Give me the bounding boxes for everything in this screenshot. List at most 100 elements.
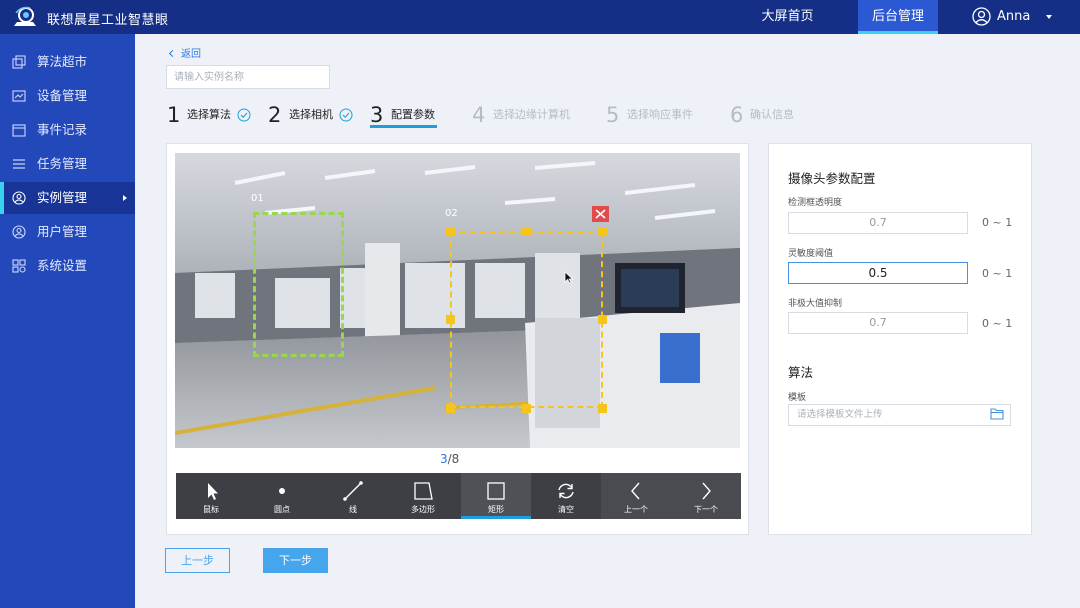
tool-dot[interactable]: 圆点 (247, 473, 317, 519)
chevron-right-icon (702, 482, 711, 500)
tool-clear[interactable]: 清空 (531, 473, 601, 519)
sidebar-item-label: 算法超市 (37, 54, 88, 69)
instance-icon (12, 191, 26, 205)
camera-frame[interactable]: 01 02 (175, 153, 740, 448)
next-step-button[interactable]: 下一步 (263, 548, 328, 573)
instance-name-input[interactable] (166, 65, 330, 89)
tool-rectangle[interactable]: 矩形 (461, 473, 531, 519)
resize-handle[interactable] (598, 227, 607, 236)
back-link[interactable]: 返回 (168, 45, 201, 60)
chevron-left-icon (168, 49, 177, 58)
sensitivity-input[interactable]: 0.5 (788, 262, 968, 284)
tool-label: 圆点 (274, 505, 290, 514)
nav-admin[interactable]: 后台管理 (858, 0, 938, 34)
template-upload-input[interactable]: 请选择模板文件上传 (788, 404, 1011, 426)
sidebar-item-users[interactable]: 用户管理 (0, 216, 135, 248)
tool-next[interactable]: 下一个 (671, 473, 741, 519)
param-range: 0 ~ 1 (982, 267, 1013, 280)
step-number: 5 (606, 103, 620, 127)
sidebar-item-events[interactable]: 事件记录 (0, 114, 135, 146)
step-4[interactable]: 4 选择边缘计算机 (472, 100, 572, 130)
sidebar-item-label: 实例管理 (37, 190, 88, 205)
store-icon (12, 55, 26, 69)
sidebar-item-label: 用户管理 (37, 224, 88, 239)
template-label: 模板 (788, 393, 807, 403)
refresh-icon (558, 483, 574, 499)
resize-handle[interactable] (446, 227, 455, 236)
resize-handle[interactable] (522, 404, 531, 413)
user-name: Anna (997, 9, 1031, 24)
sidebar-item-algorithm-market[interactable]: 算法超市 (0, 46, 135, 78)
sidebar-item-label: 系统设置 (37, 258, 88, 273)
tool-label: 多边形 (411, 505, 435, 514)
rectangle-icon (487, 482, 505, 500)
tool-previous[interactable]: 上一个 (601, 473, 671, 519)
delete-region-icon[interactable] (592, 206, 609, 222)
camera-config-title: 摄像头参数配置 (788, 171, 876, 186)
region-label: 01 (251, 193, 264, 204)
chevron-right-icon (123, 195, 127, 201)
param-label: 非极大值抑制 (788, 299, 843, 309)
step-2[interactable]: 2 选择相机 (268, 100, 358, 130)
tool-label: 矩形 (488, 505, 504, 514)
frame-pager: 3/8 (440, 452, 459, 466)
tool-label: 清空 (558, 505, 574, 514)
logo-icon (14, 6, 36, 26)
caret-down-icon[interactable] (1046, 15, 1052, 19)
step-5[interactable]: 5 选择响应事件 (606, 100, 696, 130)
tool-line[interactable]: 线 (318, 473, 388, 519)
region-02-rect[interactable] (450, 231, 603, 408)
step-label: 选择相机 (289, 108, 333, 121)
tool-label: 线 (349, 505, 357, 514)
region-label: 02 (445, 208, 458, 219)
sidebar-item-label: 任务管理 (37, 156, 88, 171)
previous-step-button[interactable]: 上一步 (165, 548, 230, 573)
step-label: 配置参数 (391, 108, 435, 121)
resize-handle[interactable] (598, 404, 607, 413)
nav-dashboard[interactable]: 大屏首页 (740, 0, 835, 34)
step-3[interactable]: 3 配置参数 (370, 100, 440, 130)
sidebar-item-devices[interactable]: 设备管理 (0, 80, 135, 112)
tool-label: 上一个 (624, 505, 648, 514)
sidebar-item-settings[interactable]: 系统设置 (0, 250, 135, 282)
drawing-toolbar: 鼠标 圆点 线 多边形 矩形 清空 上一个 下一个 (176, 473, 741, 519)
step-number: 4 (472, 103, 486, 127)
check-circle-icon (237, 108, 251, 122)
settings-icon (12, 259, 26, 273)
step-1[interactable]: 1 选择算法 (167, 100, 257, 130)
sidebar: 算法超市 设备管理 事件记录 任务管理 实例管理 用户管理 系统设置 (0, 34, 135, 608)
step-label: 选择响应事件 (627, 108, 693, 121)
param-range: 0 ~ 1 (982, 216, 1013, 229)
step-number: 6 (730, 103, 744, 127)
sidebar-item-label: 事件记录 (37, 122, 88, 137)
sidebar-item-instances[interactable]: 实例管理 (0, 182, 135, 214)
step-number: 2 (268, 103, 282, 127)
opacity-input[interactable]: 0.7 (788, 212, 968, 234)
sidebar-item-tasks[interactable]: 任务管理 (0, 148, 135, 180)
pager-current: 3 (440, 452, 448, 466)
folder-icon[interactable] (990, 407, 1004, 420)
step-number: 1 (167, 103, 181, 127)
resize-handle[interactable] (598, 315, 607, 324)
pager-total: /8 (447, 452, 460, 466)
task-icon (13, 159, 25, 169)
step-label: 选择算法 (187, 108, 231, 121)
dot-icon (279, 488, 285, 494)
mouse-pointer-icon (564, 271, 574, 284)
resize-handle[interactable] (446, 315, 455, 324)
device-icon (12, 90, 26, 102)
top-bar: 联想晨星工业智慧眼 大屏首页 后台管理 Anna (0, 0, 1080, 34)
tool-polygon[interactable]: 多边形 (388, 473, 458, 519)
param-range: 0 ~ 1 (982, 317, 1013, 330)
step-active-indicator (370, 125, 437, 128)
nms-input[interactable]: 0.7 (788, 312, 968, 334)
region-01-rect[interactable] (253, 212, 344, 357)
line-icon (343, 481, 363, 501)
algorithm-title: 算法 (788, 365, 814, 380)
user-icon (12, 225, 26, 239)
step-6[interactable]: 6 确认信息 (730, 100, 800, 130)
record-icon (12, 124, 26, 137)
resize-handle[interactable] (446, 404, 455, 413)
resize-handle[interactable] (522, 227, 531, 236)
tool-cursor[interactable]: 鼠标 (176, 473, 246, 519)
